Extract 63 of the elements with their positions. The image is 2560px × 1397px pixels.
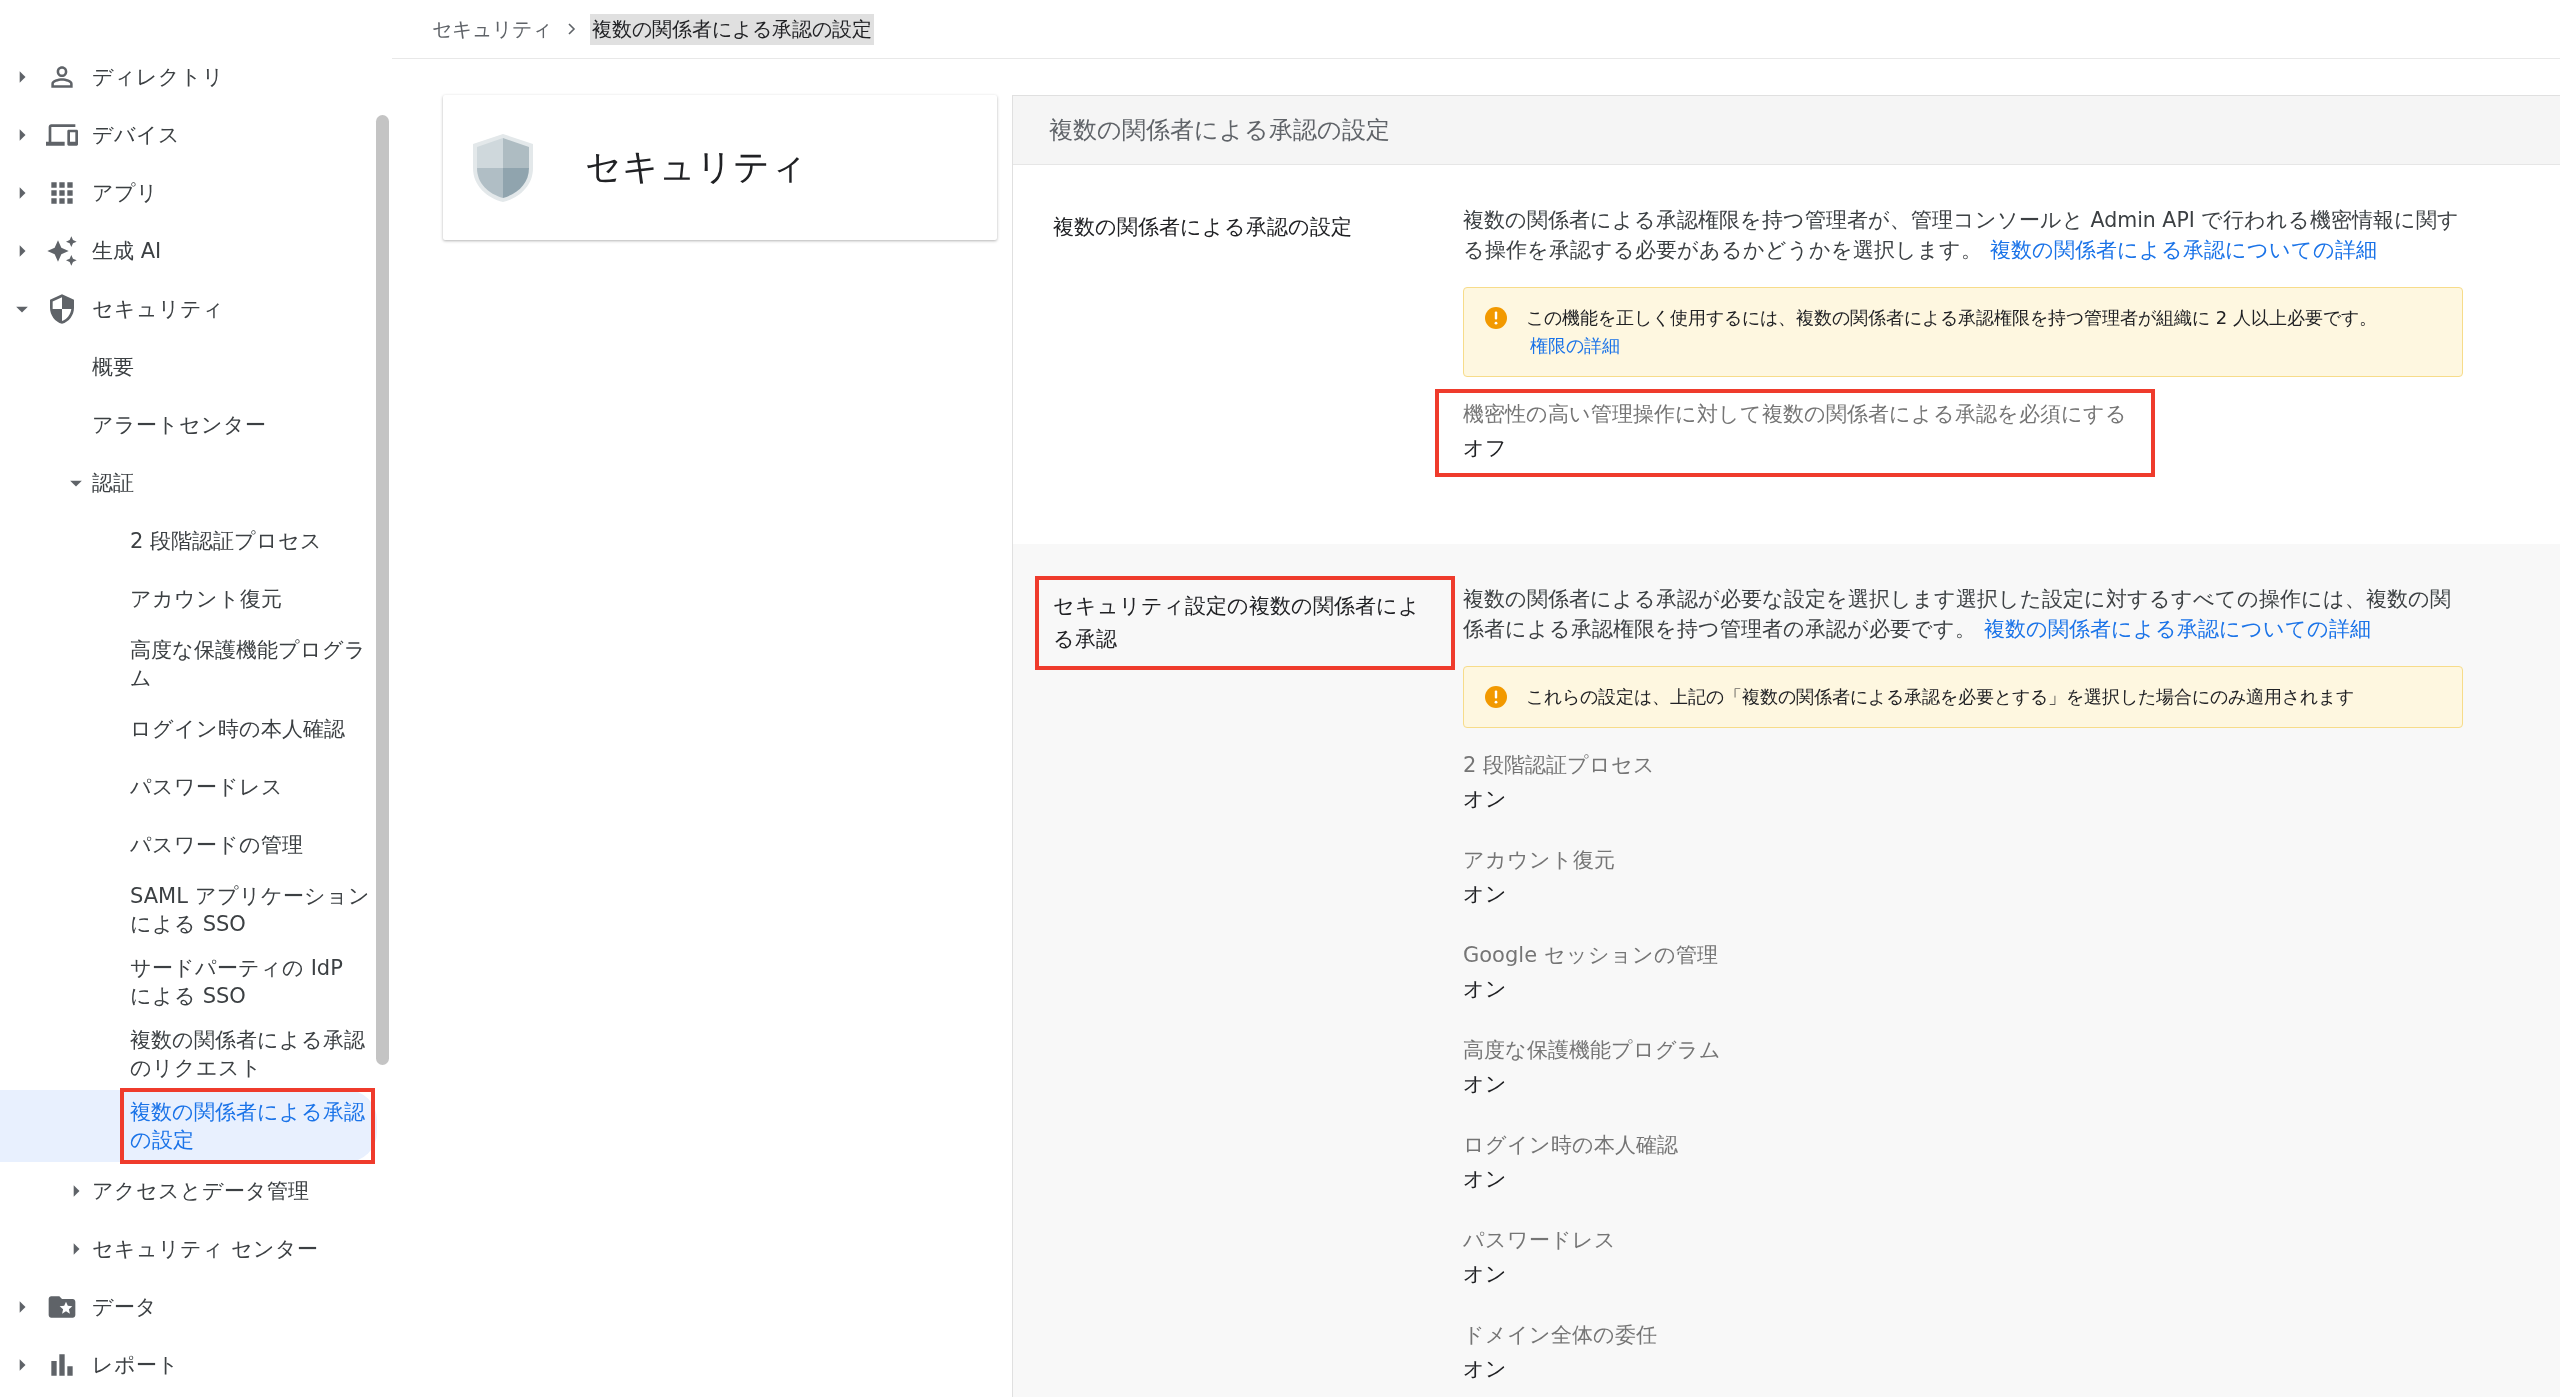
nav-item[interactable]: 複数の関係者による承認の設定 bbox=[0, 1090, 377, 1162]
setting-label: 高度な保護機能プログラム bbox=[1463, 1037, 1722, 1064]
notice-text: この機能を正しく使用するには、複数の関係者による承認権限を持つ管理者が組織に 2 人以上必要です。 権限の詳細 bbox=[1526, 306, 2378, 358]
nav-item[interactable]: SAML アプリケーションによる SSO bbox=[0, 874, 392, 946]
sparkle-icon bbox=[46, 235, 78, 267]
breadcrumb-link[interactable]: セキュリティ bbox=[432, 15, 552, 43]
details-link[interactable]: 複数の関係者による承認についての詳細 bbox=[1984, 617, 2371, 641]
nav-item[interactable]: デバイス bbox=[0, 106, 392, 164]
setting-value: オン bbox=[1463, 881, 1508, 908]
scrollbar-thumb[interactable] bbox=[376, 115, 389, 1065]
setting-label: ログイン時の本人確認 bbox=[1463, 1132, 1679, 1159]
setting-label: 機密性の高い管理操作に対して複数の関係者による承認を必須にする bbox=[1463, 401, 2127, 428]
nav-item[interactable]: アプリ bbox=[0, 164, 392, 222]
section-description: 複数の関係者による承認が必要な設定を選択します選択した設定に対するすべての操作には、複数の関係者による承認権限を持つ管理者の承認が必要です。 複数の関係者による承認についての詳細 bbox=[1463, 586, 2452, 643]
setting-label: ドメイン全体の委任 bbox=[1463, 1322, 1658, 1349]
setting-value: オン bbox=[1463, 1261, 1508, 1288]
setting-value: オン bbox=[1463, 786, 1508, 813]
permissions-link[interactable]: 権限の詳細 bbox=[1530, 335, 1620, 356]
section-title: 複数の関係者による承認の設定 bbox=[1052, 214, 1353, 241]
nav-item[interactable]: 概要 bbox=[0, 338, 392, 396]
notice-text: これらの設定は、上記の「複数の関係者による承認を必要とする」を選択した場合にのみ適用されます bbox=[1526, 685, 2354, 709]
nav-item[interactable]: サードパーティの IdP による SSO bbox=[0, 946, 392, 1018]
setting-label: 2 段階認証プロセス bbox=[1463, 752, 1657, 779]
nav-item[interactable]: アクセスとデータ管理 bbox=[0, 1162, 392, 1220]
panel-title: 複数の関係者による承認の設定 bbox=[1049, 115, 1390, 146]
setting-value: オン bbox=[1463, 1166, 1508, 1193]
card-title: セキュリティ bbox=[585, 145, 807, 189]
nav-item[interactable]: アカウント復元 bbox=[0, 570, 392, 628]
nav-item[interactable]: ログイン時の本人確認 bbox=[0, 700, 392, 758]
nav-item[interactable]: データ bbox=[0, 1278, 392, 1336]
section-title: セキュリティ設定の複数の関係者による承認 bbox=[1035, 576, 1455, 670]
nav-item[interactable]: セキュリティ bbox=[0, 280, 392, 338]
nav-item[interactable]: 2 段階認証プロセス bbox=[0, 512, 392, 570]
nav-item[interactable]: 複数の関係者による承認のリクエスト bbox=[0, 1018, 392, 1090]
setting-value: オン bbox=[1463, 976, 1508, 1003]
nav-item[interactable]: 認証 bbox=[0, 454, 392, 512]
setting-item[interactable]: ログイン時の本人確認 オン bbox=[1435, 1120, 2131, 1208]
breadcrumb-current: 複数の関係者による承認の設定 bbox=[590, 13, 874, 45]
details-link[interactable]: 複数の関係者による承認についての詳細 bbox=[1990, 238, 2377, 262]
warning-icon bbox=[1484, 306, 1508, 330]
section-description: 複数の関係者による承認権限を持つ管理者が、管理コンソールと Admin API で行われる機密情報に関する操作を承認する必要があるかどうかを選択します。 複数の関係者による承認についての詳細 bbox=[1463, 207, 2461, 264]
setting-item[interactable]: パスワードレス オン bbox=[1435, 1215, 2131, 1303]
setting-item[interactable]: Google セッションの管理 オン bbox=[1435, 930, 2131, 1018]
setting-item[interactable]: 高度な保護機能プログラム オン bbox=[1435, 1025, 2131, 1113]
setting-label: アカウント復元 bbox=[1463, 847, 1616, 874]
setting-item[interactable]: アカウント復元 オン bbox=[1435, 835, 2131, 923]
warning-icon bbox=[1484, 685, 1508, 709]
nav-item[interactable]: アラートセンター bbox=[0, 396, 392, 454]
setting-item[interactable]: ドメイン全体の委任 オン bbox=[1435, 1310, 2131, 1397]
setting-value: オン bbox=[1463, 1071, 1508, 1098]
nav-item[interactable]: セキュリティ センター bbox=[0, 1220, 392, 1278]
nav-item[interactable]: パスワードレス bbox=[0, 758, 392, 816]
nav-item[interactable]: 生成 AI bbox=[0, 222, 392, 280]
nav-item[interactable]: ディレクトリ bbox=[0, 48, 392, 106]
setting-label: パスワードレス bbox=[1463, 1227, 1617, 1254]
nav-item[interactable]: レポート bbox=[0, 1336, 392, 1394]
setting-value: オフ bbox=[1463, 435, 1508, 462]
setting-label: Google セッションの管理 bbox=[1463, 942, 1719, 969]
setting-value: オン bbox=[1463, 1356, 1508, 1383]
setting-item[interactable]: 2 段階認証プロセス オン bbox=[1435, 740, 2131, 828]
nav-item[interactable]: 高度な保護機能プログラム bbox=[0, 628, 392, 700]
setting-item[interactable]: 機密性の高い管理操作に対して複数の関係者による承認を必須にする オフ bbox=[1435, 389, 2155, 477]
nav-item[interactable]: パスワードの管理 bbox=[0, 816, 392, 874]
